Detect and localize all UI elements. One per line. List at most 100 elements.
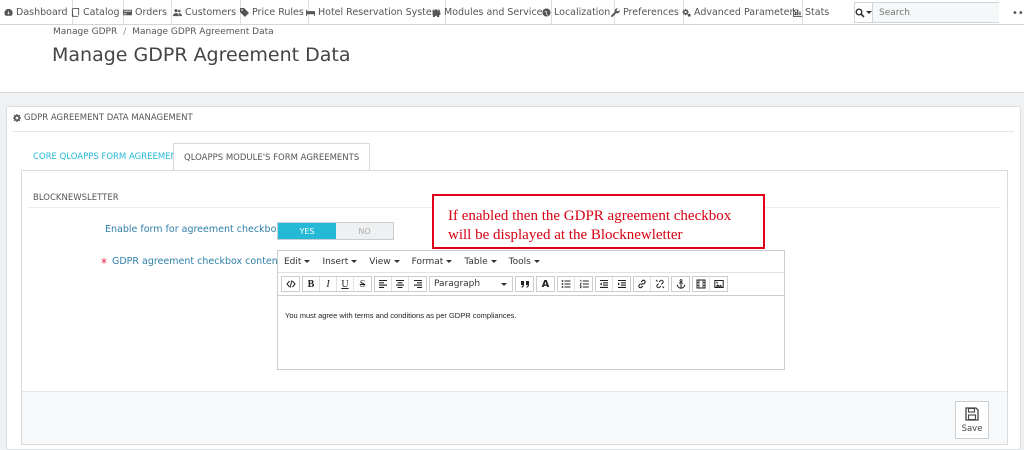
menu-tools[interactable]: Tools: [509, 257, 540, 267]
bed-icon: [306, 9, 315, 16]
menu-insert[interactable]: Insert: [322, 257, 358, 267]
anchor-button[interactable]: [672, 277, 689, 291]
menu-format[interactable]: Format: [412, 257, 453, 267]
nav-label: Hotel Reservation System: [318, 6, 441, 18]
chevron-down-icon: [866, 11, 872, 14]
chevron-down-icon: [533, 260, 540, 263]
indent-button[interactable]: [613, 277, 630, 291]
strikethrough-button[interactable]: S: [354, 277, 371, 291]
bullet-list-icon: [561, 280, 571, 288]
insert-image-button[interactable]: [710, 277, 727, 291]
save-label: Save: [961, 423, 983, 434]
insert-media-button[interactable]: [693, 277, 710, 291]
nav-item-price-rules[interactable]: Price Rules: [236, 0, 309, 24]
toolbar-group: [281, 276, 300, 292]
nav-label: Dashboard: [16, 6, 68, 18]
breadcrumb-item[interactable]: Manage GDPR: [53, 27, 117, 37]
wrench-icon: [611, 7, 620, 17]
chevron-down-icon: [446, 260, 453, 263]
chevron-down-icon: [351, 260, 358, 263]
switch-yes-option[interactable]: YES: [278, 223, 336, 239]
panel-heading: GDPR AGREEMENT DATA MANAGEMENT: [13, 113, 193, 123]
nav-item-localization[interactable]: Localization: [538, 0, 616, 24]
editor-content-area[interactable]: You must agree with terms and conditions…: [285, 311, 517, 320]
required-marker: *: [101, 256, 107, 270]
bullet-list-button[interactable]: [558, 277, 575, 291]
align-left-button[interactable]: [375, 277, 392, 291]
more-options-icon[interactable]: •••: [1012, 8, 1024, 19]
outdent-button[interactable]: [596, 277, 613, 291]
nav-label: Preferences: [623, 6, 679, 18]
nav-item-preferences[interactable]: Preferences: [607, 0, 684, 24]
block-format-select[interactable]: Paragraph: [429, 276, 513, 292]
tab-core-agreements[interactable]: CORE QLOAPPS FORM AGREEMENTS: [23, 143, 198, 171]
anchor-icon: [676, 279, 685, 289]
numbered-list-button[interactable]: [575, 277, 592, 291]
code-icon: [285, 280, 296, 288]
nav-label: Stats: [805, 6, 830, 18]
cogs-icon: [682, 8, 691, 17]
search-input[interactable]: [873, 3, 999, 22]
film-icon: [696, 279, 706, 289]
toolbar-group: [671, 276, 690, 292]
nav-item-stats[interactable]: Stats: [789, 0, 833, 24]
enable-toggle-switch[interactable]: YES NO: [277, 222, 394, 240]
chevron-down-icon: [304, 260, 311, 263]
toolbar-group: [557, 276, 593, 292]
gear-icon: [13, 114, 21, 122]
nav-item-advanced-parameters[interactable]: Advanced Parameters: [678, 0, 804, 24]
align-right-button[interactable]: [409, 277, 426, 291]
source-code-button[interactable]: [282, 277, 299, 291]
menu-table[interactable]: Table: [464, 257, 497, 267]
italic-button[interactable]: I: [320, 277, 337, 291]
numbered-list-icon: [578, 279, 589, 289]
panel-footer: Save: [22, 391, 1007, 444]
tab-module-agreements[interactable]: QLOAPPS MODULE'S FORM AGREEMENTS: [173, 143, 371, 173]
breadcrumb-item: Manage GDPR Agreement Data: [132, 27, 274, 37]
breadcrumb: Manage GDPR / Manage GDPR Agreement Data: [53, 27, 274, 37]
block-format-value: Paragraph: [434, 279, 481, 289]
nav-item-customers[interactable]: Customers: [169, 0, 242, 24]
nav-item-dashboard[interactable]: Dashboard: [0, 0, 73, 24]
underline-button[interactable]: U: [337, 277, 354, 291]
search-icon: [855, 8, 865, 18]
nav-label: Catalog: [83, 6, 120, 18]
insert-link-button[interactable]: [634, 277, 651, 291]
nav-item-orders[interactable]: Orders: [119, 0, 172, 24]
users-icon: [173, 8, 182, 16]
enable-checkbox-label: Enable form for agreement checkbox: [105, 224, 282, 235]
search-type-dropdown[interactable]: [855, 3, 873, 22]
text-color-button[interactable]: A: [537, 277, 554, 291]
align-left-icon: [379, 279, 387, 288]
remove-link-button[interactable]: [651, 277, 668, 291]
menu-edit[interactable]: Edit: [284, 257, 311, 267]
bold-button[interactable]: B: [303, 277, 320, 291]
breadcrumb-separator: /: [123, 27, 127, 37]
menu-label: Tools: [508, 256, 531, 267]
chevron-down-icon: [490, 260, 497, 263]
chevron-down-icon: [393, 260, 400, 263]
nav-label: Advanced Parameters: [694, 6, 799, 18]
align-center-button[interactable]: [392, 277, 409, 291]
menu-view[interactable]: View: [369, 256, 400, 267]
menu-label: View: [369, 256, 391, 267]
unlink-icon: [655, 279, 664, 289]
save-button[interactable]: Save: [955, 401, 989, 439]
bar-chart-icon: [793, 7, 802, 17]
nav-item-catalog[interactable]: Catalog: [67, 0, 125, 24]
toolbar-group: [692, 276, 728, 292]
nav-item-hotel-reservation[interactable]: Hotel Reservation System: [302, 0, 446, 24]
switch-no-option[interactable]: NO: [336, 223, 393, 239]
align-center-icon: [396, 279, 404, 288]
chevron-down-icon: [501, 282, 507, 286]
nav-item-modules[interactable]: Modules and Services: [428, 0, 553, 24]
quote-icon: [520, 281, 529, 288]
tab-label: CORE QLOAPPS FORM AGREEMENTS: [33, 152, 188, 162]
blockquote-button[interactable]: [516, 277, 533, 291]
toolbar-group: A: [536, 276, 555, 292]
search-box: [854, 2, 999, 23]
nav-label: Orders: [135, 6, 167, 18]
save-icon: [965, 406, 979, 421]
editor-menubar: Edit Insert View Format Table Tools: [278, 251, 784, 272]
indent-icon: [617, 279, 626, 288]
